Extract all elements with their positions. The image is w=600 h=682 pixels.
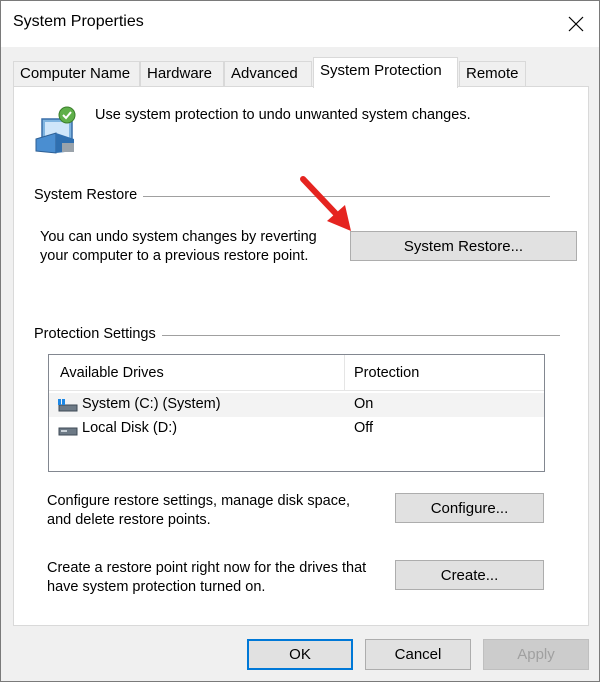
drive-protection-status: Off [354, 420, 374, 436]
drives-list[interactable]: Available Drives Protection System (C:) … [48, 354, 545, 472]
create-description: Create a restore point right now for the… [47, 559, 366, 597]
system-drive-icon [58, 399, 78, 412]
close-button[interactable] [553, 1, 599, 47]
configure-description-line1: Configure restore settings, manage disk … [47, 493, 351, 509]
create-description-line2: have system protection turned on. [47, 579, 266, 595]
configure-description-line2: and delete restore points. [47, 512, 211, 528]
cancel-button[interactable]: Cancel [365, 639, 471, 670]
system-restore-group-label: System Restore [34, 187, 144, 203]
drive-row[interactable]: Local Disk (D:) Off [49, 417, 544, 441]
system-properties-window: System Properties Computer Name Hardware… [0, 0, 600, 682]
close-icon [568, 16, 584, 32]
protection-settings-group-label: Protection Settings [34, 326, 162, 342]
drive-name: Local Disk (D:) [82, 420, 178, 436]
column-header-available-drives[interactable]: Available Drives [60, 365, 164, 381]
tab-hardware[interactable]: Hardware [140, 61, 224, 87]
drive-name: System (C:) (System) [82, 396, 221, 412]
system-restore-description-line2: your computer to a previous restore poin… [40, 248, 309, 264]
create-description-line1: Create a restore point right now for the… [47, 560, 367, 576]
system-restore-button[interactable]: System Restore... [350, 231, 577, 261]
drives-list-header: Available Drives Protection [49, 355, 544, 391]
create-button[interactable]: Create... [395, 560, 544, 590]
system-restore-description-line1: You can undo system changes by reverting [40, 229, 317, 245]
column-header-protection[interactable]: Protection [354, 365, 419, 381]
system-protection-panel: Use system protection to undo unwanted s… [13, 86, 589, 626]
system-protection-icon [35, 106, 76, 154]
drive-row[interactable]: System (C:) (System) On [49, 393, 544, 417]
tab-computer-name[interactable]: Computer Name [13, 61, 140, 87]
tab-system-protection[interactable]: System Protection [313, 57, 458, 88]
title-bar: System Properties [1, 1, 599, 47]
tab-remote[interactable]: Remote [459, 61, 526, 87]
tab-advanced[interactable]: Advanced [224, 61, 312, 87]
red-arrow-annotation-icon [300, 176, 351, 231]
system-restore-description: You can undo system changes by reverting… [40, 228, 317, 266]
header-description: Use system protection to undo unwanted s… [95, 107, 471, 123]
ok-button[interactable]: OK [247, 639, 353, 670]
configure-button[interactable]: Configure... [395, 493, 544, 523]
window-title: System Properties [13, 13, 144, 30]
drive-protection-status: On [354, 396, 374, 412]
disk-drive-icon [58, 427, 78, 436]
apply-button[interactable]: Apply [483, 639, 589, 670]
configure-description: Configure restore settings, manage disk … [47, 492, 350, 530]
column-separator [344, 355, 345, 391]
